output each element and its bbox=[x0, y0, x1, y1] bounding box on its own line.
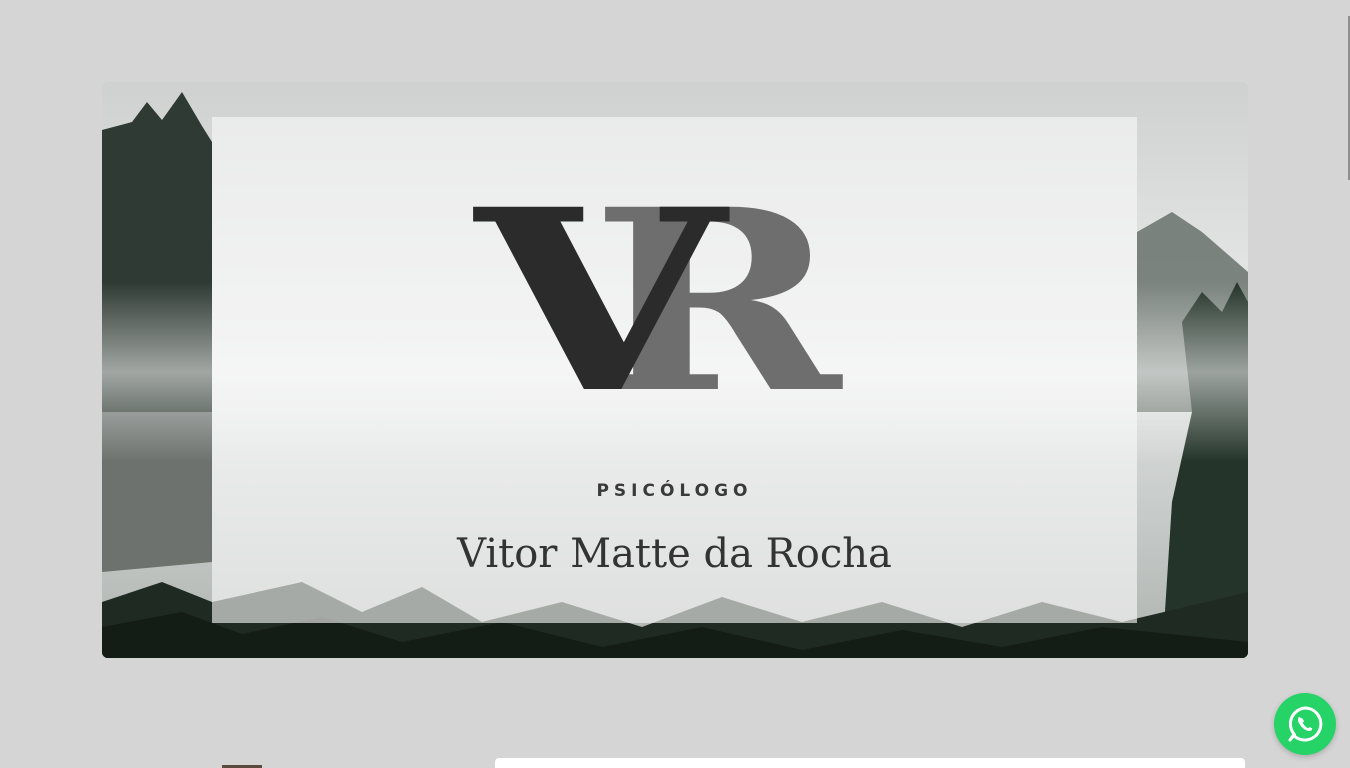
hero-name: Vitor Matte da Rocha bbox=[457, 531, 892, 577]
content-card-top bbox=[495, 758, 1245, 768]
whatsapp-icon bbox=[1288, 706, 1323, 742]
whatsapp-button[interactable] bbox=[1274, 693, 1336, 755]
page: R V PSICÓLOGO Vitor Matte da Rocha bbox=[0, 0, 1350, 768]
hero-banner: R V PSICÓLOGO Vitor Matte da Rocha bbox=[102, 82, 1248, 658]
hero-card: R V PSICÓLOGO Vitor Matte da Rocha bbox=[212, 117, 1137, 623]
svg-text:V: V bbox=[472, 189, 730, 399]
logo-monogram: R V bbox=[472, 189, 843, 399]
hero-subtitle: PSICÓLOGO bbox=[596, 481, 753, 501]
